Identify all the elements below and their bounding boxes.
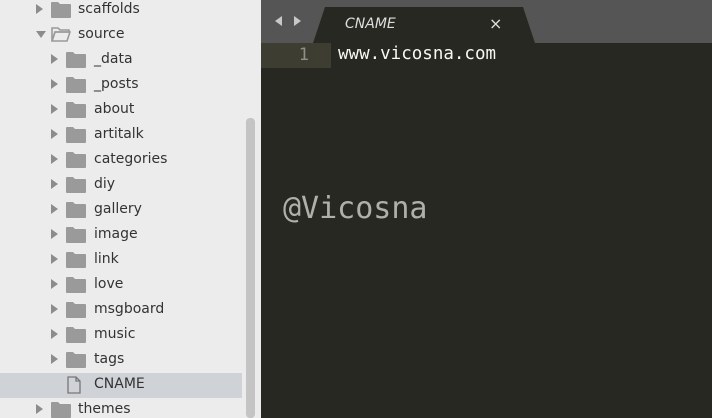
tree-item-label: link	[94, 251, 119, 267]
tree-item-posts[interactable]: _posts	[0, 73, 242, 98]
tree-item-about[interactable]: about	[0, 98, 242, 123]
tree-item-label: about	[94, 101, 135, 117]
tab-close-icon[interactable]: ×	[489, 14, 502, 33]
chevron-right-icon[interactable]	[51, 79, 58, 89]
chevron-right-icon[interactable]	[51, 229, 58, 239]
tree-item-label: music	[94, 326, 136, 342]
tree-item-label: _data	[94, 51, 133, 67]
editor-pane: CNAME × 1 www.vicosna.com @Vicosna	[261, 0, 712, 418]
tree-item-label: diy	[94, 176, 116, 192]
sidebar-scrollbar[interactable]	[242, 0, 261, 418]
tree-item-categories[interactable]: categories	[0, 148, 242, 173]
folder-icon	[51, 2, 71, 18]
tree-item-scaffolds[interactable]: scaffolds	[0, 0, 242, 23]
scrollbar-thumb[interactable]	[246, 118, 255, 418]
chevron-right-icon[interactable]	[36, 4, 43, 14]
chevron-right-icon[interactable]	[36, 404, 43, 414]
tree-item-source[interactable]: source	[0, 23, 242, 48]
line-number: 1	[298, 45, 309, 65]
chevron-right-icon[interactable]	[51, 104, 58, 114]
tree-item-label: source	[78, 26, 125, 42]
tab-cname[interactable]: CNAME ×	[313, 7, 535, 43]
chevron-right-icon[interactable]	[51, 204, 58, 214]
tree-item-label: image	[94, 226, 138, 242]
folder-icon	[66, 127, 86, 143]
chevron-right-icon[interactable]	[51, 179, 58, 189]
folder-icon	[66, 227, 86, 243]
tree-item-themes[interactable]: themes	[0, 398, 242, 418]
folder-icon	[51, 402, 71, 418]
tree-item-label: categories	[94, 151, 168, 167]
tab-title: CNAME	[345, 16, 396, 32]
code-line[interactable]: www.vicosna.com	[338, 44, 496, 64]
chevron-right-icon[interactable]	[51, 279, 58, 289]
tab-bar: CNAME ×	[261, 0, 712, 43]
chevron-down-icon[interactable]	[36, 31, 46, 38]
tab-nav-forward-icon[interactable]	[294, 16, 301, 26]
chevron-right-icon[interactable]	[51, 254, 58, 264]
folder-icon	[66, 177, 86, 193]
folder-icon	[66, 302, 86, 318]
chevron-right-icon[interactable]	[51, 154, 58, 164]
folder-icon	[66, 152, 86, 168]
tree-item-label: gallery	[94, 201, 142, 217]
tree-item-image[interactable]: image	[0, 223, 242, 248]
file-icon	[67, 376, 81, 394]
tab-nav-back-icon[interactable]	[275, 16, 282, 26]
tree-item-label: tags	[94, 351, 125, 367]
folder-icon	[66, 202, 86, 218]
tree-item-love[interactable]: love	[0, 273, 242, 298]
chevron-right-icon[interactable]	[51, 354, 58, 364]
folder-icon	[66, 77, 86, 93]
watermark-text: @Vicosna	[283, 191, 428, 226]
tree-item-tags[interactable]: tags	[0, 348, 242, 373]
tree-item-music[interactable]: music	[0, 323, 242, 348]
tree-item-msgboard[interactable]: msgboard	[0, 298, 242, 323]
folder-icon	[66, 52, 86, 68]
folder-icon	[66, 327, 86, 343]
chevron-right-icon[interactable]	[51, 54, 58, 64]
folder-open-icon	[51, 27, 71, 42]
tree-item-label: artitalk	[94, 126, 144, 142]
folder-icon	[66, 252, 86, 268]
tree-item-label: _posts	[94, 76, 139, 92]
tree-item-gallery[interactable]: gallery	[0, 198, 242, 223]
file-tree-sidebar: scaffolds source _data _postsabout artitalk c…	[0, 0, 261, 418]
tree-item-label: love	[94, 276, 124, 292]
tree-item-label: msgboard	[94, 301, 165, 317]
folder-icon	[66, 277, 86, 293]
tree-item-label: themes	[78, 401, 131, 417]
tree-item-data[interactable]: _data	[0, 48, 242, 73]
chevron-right-icon[interactable]	[51, 329, 58, 339]
tree-item-cname[interactable]: CNAME	[0, 373, 242, 398]
folder-icon	[66, 102, 86, 118]
tree-item-link[interactable]: link	[0, 248, 242, 273]
chevron-right-icon[interactable]	[51, 129, 58, 139]
chevron-right-icon[interactable]	[51, 304, 58, 314]
tree-item-diy[interactable]: diy	[0, 173, 242, 198]
tree-item-label: CNAME	[94, 376, 145, 392]
tree-item-label: scaffolds	[78, 1, 140, 17]
tree-item-artitalk[interactable]: artitalk	[0, 123, 242, 148]
folder-icon	[66, 352, 86, 368]
